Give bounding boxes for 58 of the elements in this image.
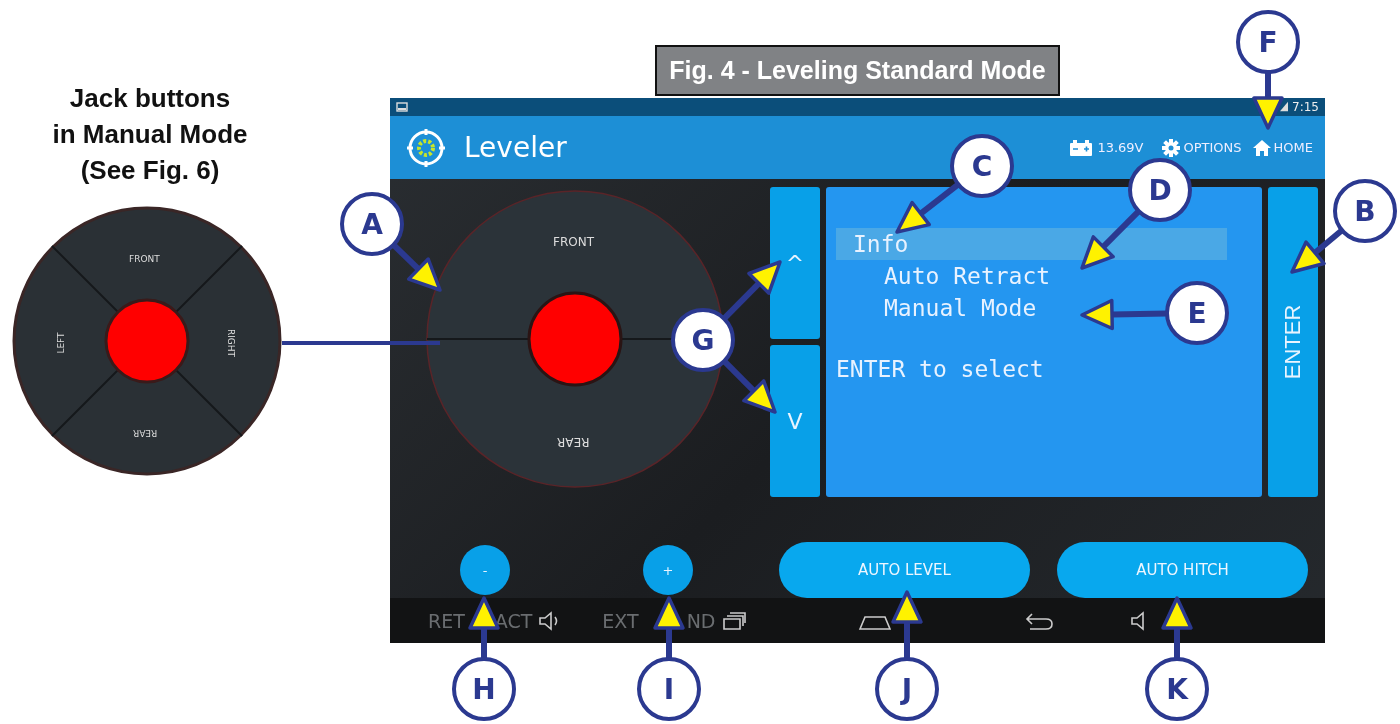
options-button[interactable]: OPTIONS [1159, 135, 1244, 160]
crosshair-gear-icon [406, 127, 446, 168]
back-icon[interactable] [1023, 610, 1054, 631]
callout-badge: B [1333, 179, 1397, 243]
menu-item[interactable]: Manual Mode [836, 292, 1037, 325]
rear-label: REAR [557, 435, 590, 450]
center-button[interactable] [104, 298, 190, 384]
enter-button[interactable]: ENTER [1268, 187, 1318, 498]
callout-badge: G [671, 308, 735, 372]
scroll-down-button[interactable]: V [770, 345, 820, 498]
callout-badge: I [637, 657, 701, 721]
pill-button[interactable]: AUTO LEVEL [779, 542, 1030, 599]
retract-label-fragment: RET [428, 609, 465, 632]
callout-arrow [1161, 596, 1193, 659]
callout-badge: K [1145, 657, 1209, 721]
left-jack-label[interactable]: LEFT [55, 332, 66, 354]
image-icon [396, 101, 408, 112]
rear-jack-label[interactable]: REAR [133, 428, 158, 438]
callout-badge: J [875, 657, 939, 721]
callout-arrow [891, 590, 923, 659]
callout-arrow [391, 242, 442, 292]
callout-arrow [1290, 227, 1344, 274]
callout-badge: C [950, 134, 1014, 198]
extend-button[interactable]: + [643, 545, 693, 596]
callout-arrow [895, 182, 961, 234]
clock-time: 7:15 [1292, 99, 1319, 114]
callout-badge: F [1236, 10, 1300, 74]
callout-arrow [1080, 209, 1141, 270]
gear-icon [1161, 137, 1182, 158]
extend-label-fragment: ND [686, 609, 716, 632]
center-button[interactable] [527, 291, 623, 387]
extend-label-fragment: EXT [602, 609, 639, 632]
battery-voltage: 13.69V [1097, 140, 1144, 156]
signal-icon [1280, 101, 1289, 113]
right-jack-label[interactable]: RIGHT [226, 328, 237, 358]
callout-arrow [722, 359, 777, 414]
battery-icon [1070, 139, 1093, 156]
front-label: FRONT [553, 235, 594, 250]
figure-title: Fig. 4 - Leveling Standard Mode [655, 45, 1060, 96]
pill-button[interactable]: AUTO HITCH [1057, 542, 1308, 599]
menu-prompt: ENTER to select [836, 356, 1045, 383]
figure-caption: Jack buttons in Manual Mode (See Fig. 6) [51, 82, 249, 187]
recent-apps-icon[interactable] [721, 610, 746, 631]
callout-arrow [653, 596, 685, 659]
callout-badge: A [340, 192, 404, 256]
front-jack-label[interactable]: FRONT [129, 254, 160, 264]
app-title: Leveler [464, 131, 567, 165]
retract-button[interactable]: - [460, 545, 510, 596]
callout-arrow [721, 260, 782, 321]
home-button[interactable]: HOME [1249, 135, 1315, 160]
callout-badge: D [1128, 158, 1192, 222]
home-icon [1251, 137, 1272, 158]
callout-badge: E [1165, 281, 1229, 345]
callout-badge: H [452, 657, 516, 721]
callout-arrow [1252, 72, 1284, 130]
menu-item[interactable]: Info [836, 228, 1227, 261]
menu-item[interactable]: Auto Retract [836, 260, 1051, 293]
scroll-up-button[interactable]: ^ [770, 187, 820, 340]
